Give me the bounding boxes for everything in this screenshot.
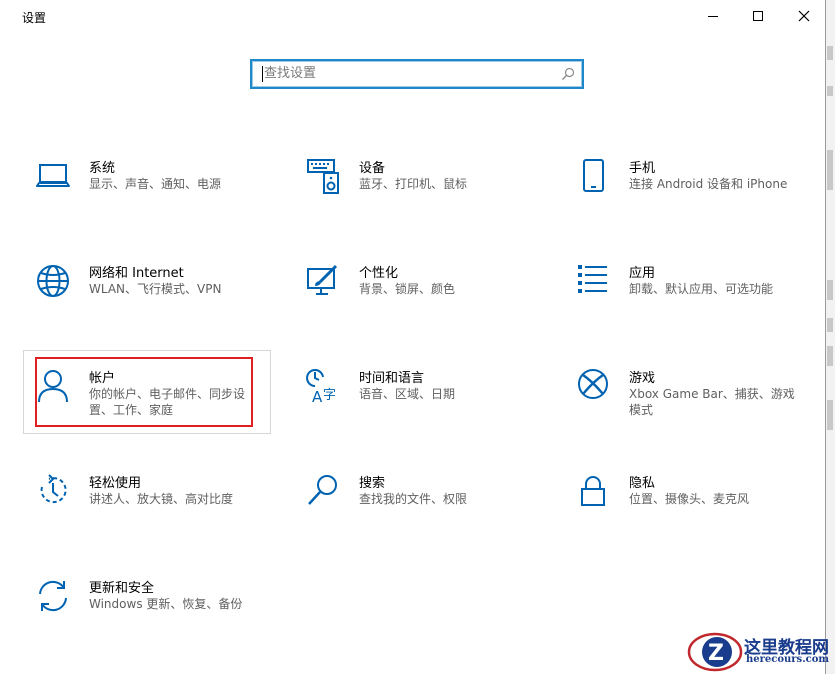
tile-name: 系统 [89, 161, 116, 176]
minimize-button[interactable] [690, 0, 736, 32]
sync-icon [39, 580, 67, 612]
lock-icon [581, 476, 605, 506]
tile-desc: 背景、锁屏、颜色 [359, 282, 456, 296]
time-language-icon: A 字 [306, 369, 336, 405]
tile-desc: Xbox Game Bar、捕获、游戏模式 [629, 387, 795, 417]
tile-devices[interactable]: 设备 蓝牙、打印机、鼠标 [294, 157, 544, 227]
maximize-icon [753, 11, 763, 21]
tile-desc: 讲述人、放大镜、高对比度 [89, 492, 234, 506]
tile-desc: 卸载、默认应用、可选功能 [629, 282, 774, 296]
apps-list-icon [578, 265, 607, 293]
tile-privacy[interactable]: 隐私 位置、摄像头、麦克风 [564, 472, 814, 542]
svg-text:Z: Z [708, 641, 724, 666]
xbox-icon [578, 369, 608, 399]
tile-desc: 显示、声音、通知、电源 [89, 177, 222, 191]
watermark-logo-icon: Z [687, 632, 743, 672]
tile-apps[interactable]: 应用 卸载、默认应用、可选功能 [564, 262, 814, 332]
svg-text:A: A [312, 388, 323, 405]
tile-gaming[interactable]: 游戏 Xbox Game Bar、捕获、游戏模式 [564, 367, 814, 437]
tile-name: 游戏 [629, 371, 656, 386]
phone-icon [583, 159, 604, 192]
tile-system[interactable]: 系统 显示、声音、通知、电源 [24, 157, 274, 227]
search-icon [562, 67, 575, 80]
watermark-url: herecours.com [746, 654, 830, 665]
tile-name: 手机 [629, 161, 656, 176]
tile-name: 个性化 [359, 266, 399, 281]
tile-time-language[interactable]: A 字 时间和语言 语音、区域、日期 [294, 367, 544, 437]
search-box[interactable]: 查找设置 [250, 59, 584, 89]
keyboard-speaker-icon [307, 159, 339, 194]
tile-name: 网络和 Internet [89, 266, 184, 281]
tile-name: 时间和语言 [359, 371, 425, 386]
tile-desc: 查找我的文件、权限 [359, 492, 468, 506]
tile-desc: WLAN、飞行模式、VPN [89, 282, 222, 296]
tile-desc: 位置、摄像头、麦克风 [629, 492, 750, 506]
close-button[interactable] [781, 0, 827, 32]
search-icon [308, 475, 337, 505]
close-icon [798, 10, 810, 22]
tile-update-security[interactable]: 更新和安全 Windows 更新、恢复、备份 [24, 577, 274, 647]
search-input[interactable]: 查找设置 [262, 66, 316, 82]
minimize-icon [708, 16, 718, 17]
tile-personalization[interactable]: 个性化 背景、锁屏、颜色 [294, 262, 544, 332]
svg-text:字: 字 [323, 388, 336, 403]
tile-name: 轻松使用 [89, 476, 142, 491]
ease-of-access-icon [40, 474, 67, 504]
site-watermark: Z 这里教程网 herecours.com [686, 630, 835, 674]
laptop-icon [36, 164, 70, 187]
paint-icon [307, 264, 338, 295]
tile-name: 隐私 [629, 476, 656, 491]
annotation-highlight [35, 357, 253, 427]
maximize-button[interactable] [735, 0, 781, 32]
globe-icon [37, 265, 69, 297]
tile-network[interactable]: 网络和 Internet WLAN、飞行模式、VPN [24, 262, 274, 332]
tile-name: 搜索 [359, 476, 386, 491]
tile-name: 设备 [359, 161, 386, 176]
tile-ease-of-access[interactable]: 轻松使用 讲述人、放大镜、高对比度 [24, 472, 274, 542]
tile-name: 应用 [629, 266, 656, 281]
tile-phone[interactable]: 手机 连接 Android 设备和 iPhone [564, 157, 814, 227]
window-title: 设置 [22, 11, 47, 25]
tile-desc: 蓝牙、打印机、鼠标 [359, 177, 468, 191]
background-window-edge [826, 0, 835, 674]
tile-desc: 连接 Android 设备和 iPhone [629, 177, 788, 191]
tile-search[interactable]: 搜索 查找我的文件、权限 [294, 472, 544, 542]
tile-desc: 语音、区域、日期 [359, 387, 456, 401]
settings-window: 设置 查找设置 系统 显示、声音、通知、电源 设备 蓝牙、打印机、鼠标 手机 连… [0, 0, 826, 674]
tile-name: 更新和安全 [89, 581, 155, 596]
tile-desc: Windows 更新、恢复、备份 [89, 597, 243, 611]
